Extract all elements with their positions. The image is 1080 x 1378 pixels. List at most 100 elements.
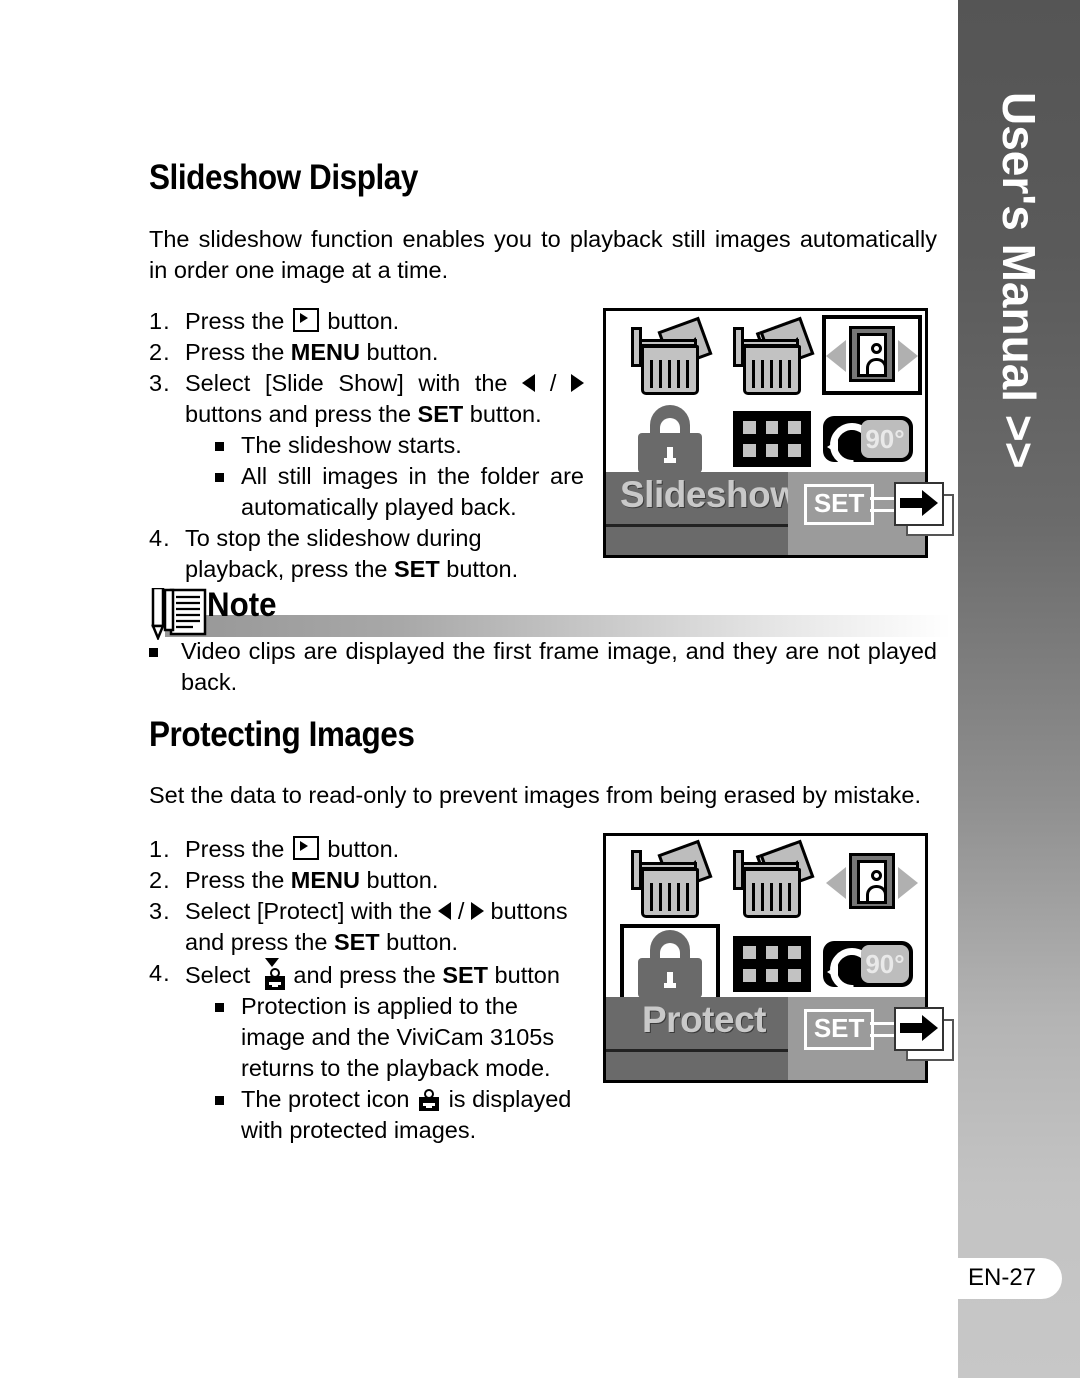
set-keyword: SET [333,929,380,955]
enter-card-front-icon [893,482,944,527]
bullet-square-icon [215,991,241,1084]
camera-lcd-slideshow: 90° Slideshow SET [603,308,954,558]
note-gradient-bar [165,615,951,637]
list-item: 4. Select and press the SET button Prote… [149,958,579,1146]
list-item: 4. To stop the slideshow during playback… [149,523,584,585]
note-label: Note [207,586,277,624]
protect-lock-icon[interactable] [620,924,720,1004]
bullet-square-icon [215,461,241,523]
delete-all-icon[interactable] [726,839,818,920]
intro-paragraph-protect: Set the data to read-only to prevent ima… [149,782,922,808]
right-arrow-icon [899,490,938,517]
page-title-slideshow-display: Slideshow Display [149,158,418,197]
step-number: 2. [149,867,171,893]
set-keyword: SET [417,401,464,427]
delete-single-icon[interactable] [624,316,716,397]
step-text-post: button. [439,556,519,582]
steps-list-protect: 1. Press the button. 2. Press the MENU b… [149,834,579,1146]
step-text-post: button. [360,867,439,893]
camera-lcd-protect: 90° Protect SET [603,833,954,1083]
step-text-pre: Press the [185,308,291,334]
step-text-post: button. [360,339,439,365]
thumbnail-grid-icon[interactable] [726,407,818,471]
set-keyword: SET [394,556,440,582]
rotate-90-icon[interactable]: 90° [818,936,918,1001]
list-item: 2. Press the MENU button. [149,865,579,896]
step-text-pre: Press the [185,836,291,862]
list-item: The slideshow starts. [215,430,584,461]
step-text-mid: buttons and press the [185,401,418,427]
thumbnail-grid-icon[interactable] [726,932,818,996]
step-text: Press the button. [185,306,584,337]
playback-button-icon [292,836,319,860]
rotate-90-icon[interactable]: 90° [818,411,918,476]
right-arrow-icon [471,902,484,920]
page-title-protecting-images: Protecting Images [149,715,415,754]
sub-item-text: The protect icon is displayed with prote… [241,1084,579,1146]
sub-item-text: All still images in the folder are autom… [241,463,584,520]
note-bullets: Video clips are displayed the first fram… [149,636,939,698]
key-select-icon [261,958,285,990]
rotate-degrees-label: 90° [861,420,909,458]
list-item: Video clips are displayed the first fram… [149,636,939,698]
step-text-pre: Select [Slide Show] with the [185,370,523,396]
lcd-set-hint: SET [787,997,954,1080]
step-text: To stop the slideshow during playback, p… [185,523,584,585]
step-text-post: button. [320,308,400,334]
lcd-selected-label: Slideshow [620,474,799,516]
sub-item-text-pre: The protect icon [241,1086,417,1112]
intro-paragraph-slideshow: The slideshow function enables you to pl… [149,226,937,283]
bullet-square-icon [215,1084,241,1146]
divider [606,1049,788,1053]
set-button-label[interactable]: SET [803,484,875,526]
list-item: 1. Press the button. [149,306,584,337]
step-text-mid: and press the [286,962,443,988]
bullet-square-icon [215,430,241,461]
playback-button-icon [292,308,319,332]
delete-all-icon[interactable] [726,316,818,397]
single-image-playback-icon[interactable] [822,315,922,395]
single-image-playback-icon[interactable] [822,848,922,916]
step-number: 3. [149,370,171,396]
side-tab: User's Manual >> EN-27 [938,0,1080,1378]
step-text: Select [Protect] with the / buttons and … [185,898,568,955]
steps-list-slideshow: 1. Press the button. 2. Press the MENU b… [149,306,584,585]
menu-keyword: MENU [290,339,360,365]
right-arrow-icon [571,374,584,392]
step-text-pre: Select [Protect] with the [185,898,439,924]
bullet-square-icon [149,636,181,698]
step-text-post: button. [320,836,400,862]
note-pencil-document-icon [149,586,209,642]
list-item: 3. Select [Protect] with the / buttons a… [149,896,579,958]
side-tab-label: User's Manual >> [993,91,1045,469]
divider [606,524,788,528]
delete-single-icon[interactable] [624,839,716,920]
lcd-footer: Protect SET [606,997,954,1080]
step-text: Select and press the SET button Protecti… [185,958,579,1146]
step-text: Select [Slide Show] with the / buttons a… [185,368,584,523]
step-number: 4. [149,960,171,986]
lcd-icon-grid: 90° [606,836,925,1004]
step-text-pre: Press the [185,867,291,893]
enter-card-front-icon [893,1007,944,1052]
rotate-degrees-label: 90° [861,945,909,983]
step-number: 3. [149,898,171,924]
step-number: 2. [149,339,171,365]
lcd-title-bar: Protect [606,997,788,1080]
sub-item-text: The slideshow starts. [241,432,462,458]
note-bullet-text: Video clips are displayed the first fram… [181,638,937,695]
set-button-label[interactable]: SET [803,1009,875,1051]
sub-item-text: Protection is applied to the image and t… [241,993,555,1081]
step-text-post: button. [463,401,542,427]
protect-lock-icon[interactable] [624,403,716,475]
lcd-set-hint: SET [787,472,954,555]
step-text-pre: Select [185,962,257,988]
list-item: 1. Press the button. [149,834,579,865]
step-number: 1. [149,308,171,334]
list-item: All still images in the folder are autom… [215,461,584,523]
list-item: The protect icon is displayed with prote… [215,1084,579,1146]
step-text: Press the MENU button. [185,337,584,368]
left-arrow-icon [438,902,452,920]
page-number: EN-27 [938,1258,1063,1299]
step-number: 4. [149,525,171,551]
